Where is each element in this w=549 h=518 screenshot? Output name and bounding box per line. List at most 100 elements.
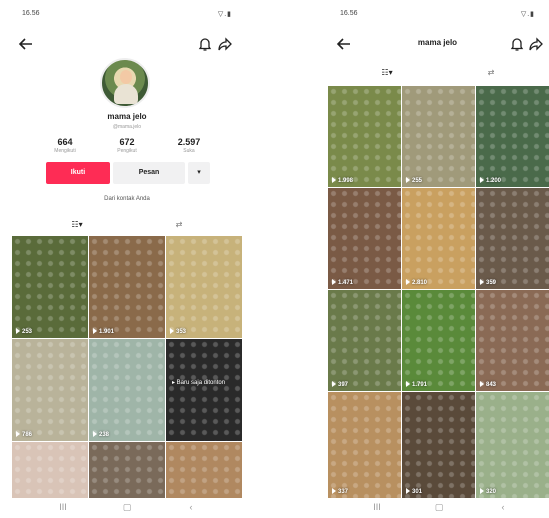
back-icon[interactable]: ‹	[184, 502, 198, 514]
view-count: 1.901	[93, 328, 114, 335]
home-icon[interactable]: ▢	[120, 502, 134, 514]
status-icons: ▽.▮	[217, 11, 232, 18]
video-thumbnail[interactable]: 1.901	[89, 236, 165, 338]
back-arrow-icon[interactable]	[18, 36, 34, 52]
thumbnail-image	[476, 392, 549, 498]
thumbnail-image	[476, 188, 549, 289]
video-thumbnail[interactable]: 1.471	[328, 188, 401, 289]
tab-videos-grid-icon[interactable]: ☷▾	[62, 220, 92, 234]
video-thumbnail[interactable]: 2.810	[402, 188, 475, 289]
thumbnail-image	[89, 339, 165, 441]
video-thumbnail[interactable]	[12, 442, 88, 498]
video-thumbnail[interactable]	[166, 442, 242, 498]
video-thumbnail[interactable]: 301	[402, 392, 475, 498]
play-icon	[93, 431, 97, 437]
thumbnail-image	[89, 442, 165, 498]
view-count: 1.998	[332, 177, 353, 184]
view-count: 1.471	[332, 279, 353, 286]
avatar[interactable]	[100, 58, 150, 108]
view-count-value: 353	[176, 329, 187, 335]
view-count-value: 320	[486, 489, 497, 495]
recent-apps-icon[interactable]: III	[370, 502, 384, 514]
follow-button[interactable]: Ikuti	[46, 162, 110, 184]
status-time: 16.56	[340, 10, 358, 17]
tab-repost-icon[interactable]: ⇄	[476, 68, 506, 82]
bell-icon[interactable]	[510, 36, 524, 52]
video-thumbnail[interactable]: 337	[328, 392, 401, 498]
video-grid: 253 1.901 353 786 238 ▸ Baru saja ditonton	[12, 236, 242, 498]
video-thumbnail[interactable]: 359	[476, 188, 549, 289]
play-icon	[332, 177, 336, 183]
back-icon[interactable]: ‹	[496, 502, 510, 514]
video-thumbnail[interactable]: 397	[328, 290, 401, 391]
avatar-figure	[114, 84, 138, 104]
view-count-value: 1.901	[99, 329, 115, 335]
video-thumbnail[interactable]: 253	[12, 236, 88, 338]
thumbnail-image	[402, 290, 475, 391]
tab-repost-icon[interactable]: ⇄	[164, 220, 194, 234]
bell-icon[interactable]	[198, 36, 212, 52]
thumbnail-image	[328, 290, 401, 391]
view-count-value: 1.200	[486, 178, 502, 184]
view-count-value: 238	[99, 432, 110, 438]
play-icon	[480, 488, 484, 494]
video-thumbnail[interactable]: 843	[476, 290, 549, 391]
recently-watched-label: ▸ Baru saja ditonton	[172, 380, 226, 386]
view-count-value: 397	[338, 382, 349, 388]
profile-stats: 664 Mengikuti 672 Pengikut 2.597 Suka	[38, 137, 218, 159]
play-icon	[332, 381, 336, 387]
stat-following[interactable]: 664 Mengikuti	[38, 137, 92, 154]
view-count: 397	[332, 381, 348, 388]
status-bar: 16.56 ▽.▮	[332, 8, 543, 20]
stat-value: 672	[119, 137, 135, 147]
thumbnail-image	[476, 290, 549, 391]
video-thumbnail[interactable]: 1.791	[402, 290, 475, 391]
stat-label: Pengikut	[117, 148, 137, 154]
top-bar	[8, 34, 246, 54]
stat-followers[interactable]: 672 Pengikut	[100, 137, 154, 154]
stat-label: Mengikuti	[54, 148, 76, 154]
video-thumbnail[interactable]: 238	[89, 339, 165, 441]
profile-screen: 16.56 ▽.▮ mama jelo @mama.jelo 664 Mengi…	[8, 0, 246, 518]
video-thumbnail[interactable]: ▸ Baru saja ditonton	[166, 339, 242, 441]
thumbnail-image	[328, 392, 401, 498]
recent-apps-icon[interactable]: III	[56, 502, 70, 514]
view-count-value: 301	[412, 489, 423, 495]
share-icon[interactable]	[529, 36, 543, 52]
username: mama jelo	[107, 112, 147, 121]
play-icon	[332, 279, 336, 285]
view-count: 255	[406, 177, 422, 184]
play-icon	[406, 279, 410, 285]
view-count-value: 843	[486, 382, 497, 388]
view-count: 238	[93, 431, 109, 438]
thumbnail-image	[89, 236, 165, 338]
stat-label: Suka	[183, 148, 195, 154]
video-thumbnail[interactable]: 1.200	[476, 86, 549, 187]
message-button[interactable]: Pesan	[113, 162, 185, 184]
thumbnail-image	[402, 86, 475, 187]
stat-value: 664	[57, 137, 73, 147]
view-count: 353	[170, 328, 186, 335]
stat-likes: 2.597 Suka	[162, 137, 216, 154]
share-icon[interactable]	[218, 36, 232, 52]
view-count-value: 2.810	[412, 280, 428, 286]
home-icon[interactable]: ▢	[432, 502, 446, 514]
video-grid: 1.998 255 1.200 1.471 2.810 359 397 1.791 843 337…	[328, 86, 549, 498]
video-thumbnail[interactable]: 320	[476, 392, 549, 498]
view-count-value: 1.998	[338, 178, 354, 184]
video-thumbnail[interactable]	[89, 442, 165, 498]
video-thumbnail[interactable]: 1.998	[328, 86, 401, 187]
view-count: 1.200	[480, 177, 501, 184]
play-icon	[480, 381, 484, 387]
more-dropdown-button[interactable]: ▾	[188, 162, 210, 184]
thumbnail-image	[328, 188, 401, 289]
video-thumbnail[interactable]: 786	[12, 339, 88, 441]
view-count: 843	[480, 381, 496, 388]
video-thumbnail[interactable]: 255	[402, 86, 475, 187]
avatar-face	[120, 70, 132, 84]
thumbnail-image	[166, 442, 242, 498]
view-count: 301	[406, 488, 422, 495]
view-count-value: 1.471	[338, 280, 354, 286]
tab-videos-grid-icon[interactable]: ☷▾	[372, 68, 402, 82]
video-thumbnail[interactable]: 353	[166, 236, 242, 338]
